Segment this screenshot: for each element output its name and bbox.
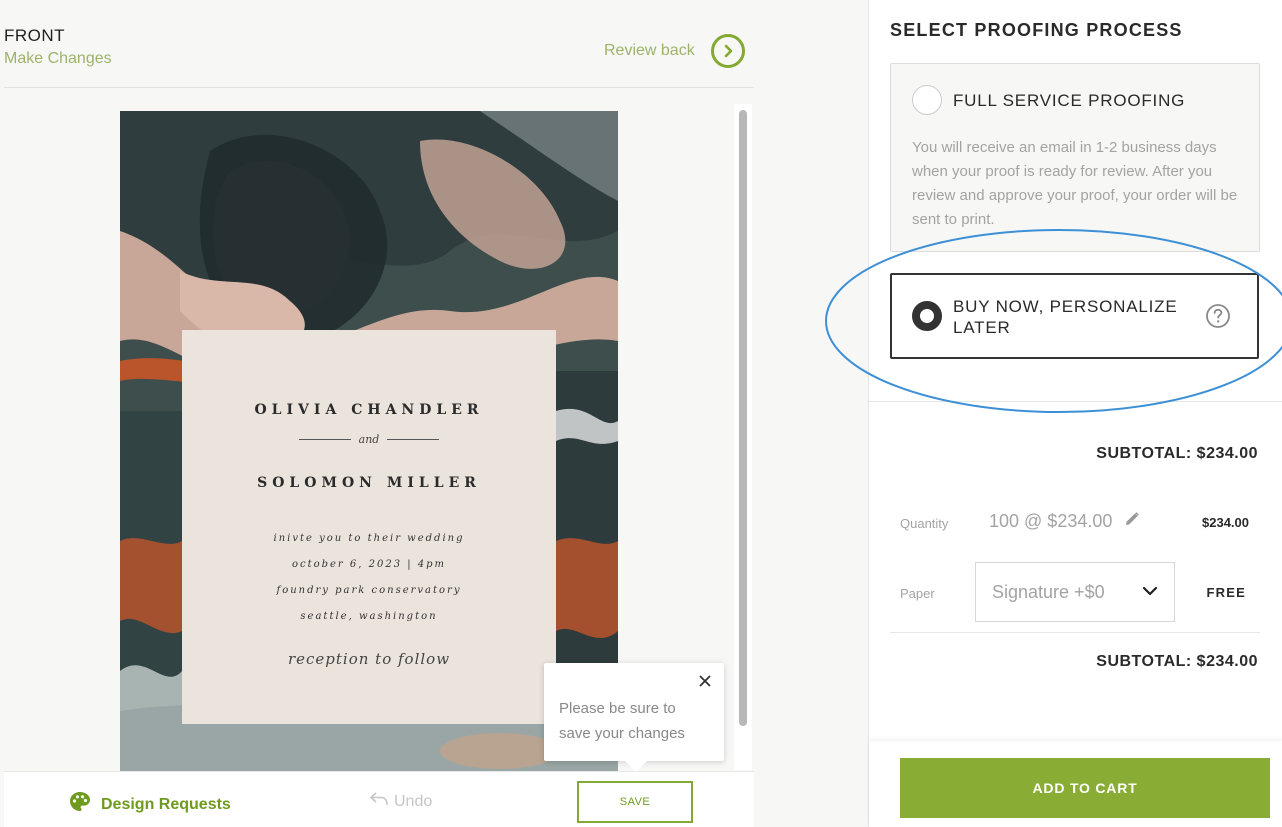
- pencil-icon[interactable]: [1124, 511, 1140, 532]
- full-service-radio[interactable]: [912, 85, 942, 115]
- full-service-description: You will receive an email in 1-2 busines…: [912, 139, 1238, 228]
- full-service-label: FULL SERVICE PROOFING: [953, 91, 1186, 110]
- palette-icon: [68, 790, 92, 819]
- side-label: FRONT Make Changes: [4, 26, 112, 68]
- cart-footer: ADD TO CART: [869, 741, 1282, 827]
- subtotal-bottom: SUBTOTAL: $234.00: [1096, 653, 1258, 670]
- full-service-proofing-option[interactable]: FULL SERVICE PROOFING You will receive a…: [890, 63, 1260, 252]
- detail-line: october 6, 2023 | 4pm: [291, 559, 447, 570]
- paper-label: Paper: [900, 586, 935, 601]
- scrollbar-thumb[interactable]: [739, 110, 747, 726]
- quantity-price: $234.00: [1202, 515, 1249, 530]
- detail-line: foundry park conservatory: [276, 585, 462, 596]
- divider: [869, 401, 1282, 402]
- review-back-link[interactable]: Review back: [604, 34, 745, 68]
- undo-label: Undo: [394, 792, 433, 810]
- close-icon[interactable]: [698, 674, 712, 688]
- paper-price: FREE: [1206, 585, 1246, 600]
- question-circle-icon[interactable]: [1205, 303, 1231, 334]
- editor-toolbar: Design Requests Undo SAVE: [4, 771, 754, 827]
- save-reminder-tooltip: Please be sure to save your changes: [544, 663, 724, 772]
- paper-selected-value: Signature +$0: [992, 581, 1105, 602]
- save-button[interactable]: SAVE: [577, 781, 693, 823]
- and-divider: and: [182, 433, 556, 446]
- order-panel: SELECT PROOFING PROCESS FULL SERVICE PRO…: [868, 0, 1282, 827]
- buy-now-radio[interactable]: [912, 301, 942, 331]
- and-word: and: [358, 433, 380, 446]
- side-title: FRONT: [4, 26, 66, 45]
- quantity-field[interactable]: 100 @ $234.00: [989, 511, 1140, 532]
- proofing-title: SELECT PROOFING PROCESS: [890, 20, 1183, 40]
- subtotal-top: SUBTOTAL: $234.00: [1096, 445, 1258, 462]
- name-line-1: OLIVIA CHANDLER: [254, 402, 484, 418]
- chevron-down-icon: [1142, 583, 1158, 601]
- divider: [890, 632, 1260, 633]
- undo-icon: [369, 792, 388, 811]
- detail-line: inivte you to their wedding: [273, 533, 465, 544]
- chevron-right-circle-icon[interactable]: [710, 34, 745, 68]
- design-requests-button[interactable]: Design Requests: [68, 790, 231, 819]
- paper-select[interactable]: Signature +$0: [975, 562, 1175, 622]
- review-back-label: Review back: [604, 42, 695, 59]
- buy-now-label: BUY NOW, PERSONALIZE LATER: [953, 297, 1178, 337]
- detail-line: seattle, washington: [300, 611, 438, 622]
- design-requests-label: Design Requests: [101, 795, 231, 813]
- quantity-label: Quantity: [900, 516, 949, 531]
- divider: [4, 87, 754, 88]
- undo-button[interactable]: Undo: [369, 792, 433, 811]
- make-changes-link[interactable]: Make Changes: [4, 50, 112, 68]
- quantity-value: 100 @ $234.00: [989, 511, 1113, 531]
- invitation-text-block[interactable]: OLIVIA CHANDLER and SOLOMON MILLER inivt…: [182, 330, 556, 724]
- tooltip-text: Please be sure to save your changes: [559, 700, 685, 742]
- editor-panel: FRONT Make Changes Review back OLIVIA CH…: [0, 0, 868, 827]
- name-line-2: SOLOMON MILLER: [257, 475, 481, 491]
- closing-script: reception to follow: [287, 650, 451, 668]
- invitation-details: inivte you to their wedding october 6, 2…: [182, 526, 556, 630]
- buy-now-personalize-later-option[interactable]: BUY NOW, PERSONALIZE LATER: [890, 273, 1259, 359]
- add-to-cart-button[interactable]: ADD TO CART: [900, 758, 1270, 818]
